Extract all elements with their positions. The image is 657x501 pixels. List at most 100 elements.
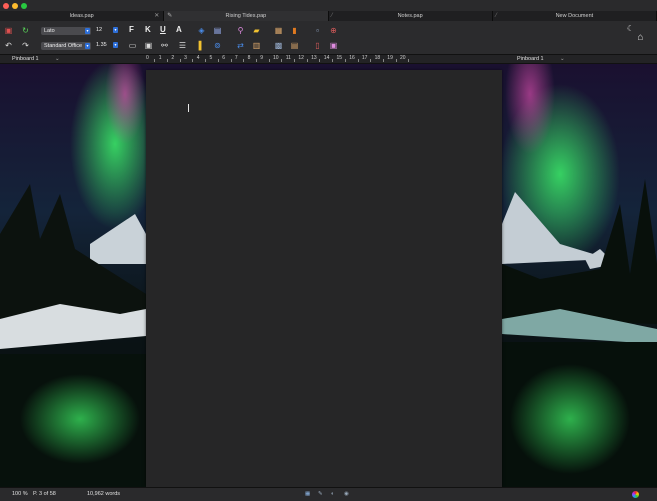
ruler-tick (154, 59, 156, 62)
layout-icon[interactable]: ▦ (305, 488, 310, 501)
page-indicator[interactable]: P. 3 of 58 (33, 488, 56, 501)
status-bar: 100 % P. 3 of 58 10,962 words ▦ ✎ ◐ ◉ (0, 487, 657, 501)
ruler-mark: 15 (336, 55, 343, 61)
zoom-window-button[interactable] (21, 2, 27, 9)
ruler-mark: 18 (374, 55, 381, 61)
ruler-mark: 4 (196, 55, 200, 61)
font-size-stepper[interactable]: ▾ (113, 27, 118, 33)
table-icon[interactable]: ▦ (274, 26, 283, 35)
comment-icon[interactable]: ▤ (213, 26, 222, 35)
ruler-tick (357, 59, 359, 62)
horizontal-ruler[interactable]: 0 1 2 3 4 5 6 7 8 9 10 11 12 13 14 15 16 17 18 19 20 (146, 55, 502, 63)
ruler-tick (192, 59, 194, 62)
formatting-toolbar: ▣ ↻ Lato ▾ 12 ▾ F K U A ◈ ▤ ⚲ ▰ ▦ ▮ ▫ ⊕ … (0, 21, 657, 55)
ruler-tick (255, 59, 257, 62)
document-canvas (0, 64, 657, 487)
ruler-tick (243, 59, 245, 62)
chevron-down-icon[interactable]: ⌄ (55, 55, 60, 63)
search-icon[interactable]: ⚲ (236, 26, 245, 35)
ruler-tick (332, 59, 334, 62)
italic-button[interactable]: K (145, 25, 151, 34)
ruler-mark: 16 (349, 55, 355, 61)
tab-rising-tides[interactable]: ✎ Rising Tides.pap (164, 11, 329, 21)
tab-new-document[interactable]: ⁄ New Document (493, 11, 657, 21)
bold-button[interactable]: F (129, 25, 134, 34)
ruler-mark: 7 (234, 55, 238, 61)
note-icon[interactable]: ▰ (252, 26, 261, 35)
ruler-tick (306, 59, 308, 62)
ruler-tick (370, 59, 372, 62)
tab-label: Ideas.pap (69, 13, 94, 19)
link-icon[interactable]: ⚯ (160, 41, 169, 50)
tab-ideas[interactable]: Ideas.pap ✕ (0, 11, 165, 21)
settings-icon[interactable]: ◉ (344, 488, 349, 501)
ruler-tick (217, 59, 219, 62)
frame-icon[interactable]: ▣ (144, 41, 153, 50)
line-spacing-value[interactable]: 1.35 (96, 41, 107, 49)
refresh-icon[interactable]: ↻ (21, 26, 30, 35)
font-select[interactable]: Lato ▾ (41, 27, 91, 35)
ruler-tick (319, 59, 321, 62)
export-icon[interactable]: ▣ (329, 41, 338, 50)
ruler-mark: 5 (209, 55, 213, 61)
close-tab-icon[interactable]: ✕ (154, 11, 159, 21)
chevron-down-icon: ▾ (85, 28, 90, 34)
image-icon[interactable]: ▫ (313, 26, 322, 35)
ruler-tick (382, 59, 384, 62)
color-wheel-icon[interactable] (632, 491, 639, 498)
style-icon[interactable]: ◈ (197, 26, 206, 35)
minimize-window-button[interactable] (12, 2, 18, 9)
home-icon[interactable]: ⌂ (636, 33, 645, 43)
text-box-icon[interactable]: ▭ (128, 41, 137, 50)
font-name: Lato (44, 28, 55, 34)
underline-button[interactable]: U (160, 25, 166, 34)
paragraph-style-select[interactable]: Standard Office ▾ (41, 42, 91, 50)
pinboard-right-label[interactable]: Pinboard 1 (517, 55, 544, 63)
document-page[interactable] (146, 70, 502, 487)
ruler-mark: 17 (361, 55, 368, 61)
globe-icon[interactable]: ⊚ (213, 41, 222, 50)
window-titlebar (0, 0, 657, 11)
list-icon[interactable]: ☰ (178, 41, 187, 50)
chart-icon[interactable]: ▮ (290, 26, 299, 35)
close-window-button[interactable] (3, 2, 9, 9)
line-spacing-stepper[interactable]: ▾ (113, 42, 118, 48)
moon-icon[interactable]: ☾ (626, 24, 635, 33)
bookmark-icon[interactable]: ▌ (197, 41, 206, 50)
book-icon[interactable]: ▥ (252, 41, 261, 50)
undo-icon[interactable]: ↶ (4, 41, 13, 50)
ruler-mark: 0 (146, 55, 149, 61)
chevron-down-icon: ▾ (85, 43, 90, 49)
edit-icon[interactable]: ✎ (318, 488, 323, 501)
view-icon[interactable]: ◐ (331, 488, 334, 501)
pinboard-left-label[interactable]: Pinboard 1 (12, 55, 39, 63)
redo-icon[interactable]: ↷ (21, 41, 30, 50)
ruler-tick (395, 59, 397, 62)
target-icon[interactable]: ⊕ (329, 26, 338, 35)
ruler-bar: Pinboard 1 ⌄ 0 1 2 3 4 5 6 7 8 9 10 11 12 13 14 15 16 17 1… (0, 55, 657, 64)
tab-label: Notes.pap (397, 13, 423, 19)
ruler-mark: 1 (158, 55, 162, 61)
tab-label: New Document (555, 13, 594, 19)
zoom-level[interactable]: 100 % (12, 488, 28, 501)
ruler-mark: 13 (311, 55, 317, 61)
text-cursor (188, 104, 189, 112)
paragraph-style-name: Standard Office (44, 43, 83, 49)
grid-icon[interactable]: ▩ (274, 41, 283, 50)
ruler-mark: 8 (247, 55, 251, 61)
ruler-mark: 3 (184, 55, 187, 61)
sync-icon[interactable]: ⇄ (236, 41, 245, 50)
library-icon[interactable]: ▤ (290, 41, 299, 50)
word-count: 10,962 words (87, 491, 121, 497)
ruler-tick (205, 59, 207, 62)
font-size-value[interactable]: 12 (96, 26, 102, 34)
tab-notes[interactable]: ⁄ Notes.pap (329, 11, 493, 21)
ruler-tick (294, 59, 296, 62)
ruler-tick (281, 59, 283, 62)
character-format-button[interactable]: A (176, 25, 182, 34)
pdf-icon[interactable]: ▯ (313, 41, 322, 50)
tab-label: Rising Tides.pap (225, 13, 267, 19)
save-icon[interactable]: ▣ (4, 26, 13, 35)
ruler-tick (179, 59, 181, 62)
chevron-down-icon[interactable]: ⌄ (560, 55, 565, 63)
